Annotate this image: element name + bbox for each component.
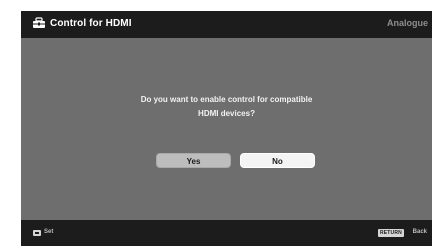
title-bar: Control for HDMI Analogue — [21, 11, 432, 38]
dialog-message: Do you want to enable control for compat… — [21, 93, 432, 121]
dialog-message-line-2: HDMI devices? — [198, 109, 255, 118]
return-key-icon: RETURN — [377, 229, 404, 237]
tv-screen: Control for HDMI Analogue Do you want to… — [21, 11, 432, 246]
back-hint-label: Back — [412, 229, 427, 235]
set-hint-label: Set — [44, 229, 54, 235]
no-button[interactable]: No — [240, 153, 315, 168]
page-title: Control for HDMI — [50, 18, 132, 29]
input-source-label: Analogue — [386, 18, 428, 28]
toolbox-icon — [33, 17, 45, 28]
footer-bar: Set RETURN Back — [21, 220, 432, 246]
dialog-message-line-1: Do you want to enable control for compat… — [140, 95, 313, 104]
yes-button[interactable]: Yes — [156, 153, 231, 168]
enter-key-icon — [33, 230, 41, 236]
